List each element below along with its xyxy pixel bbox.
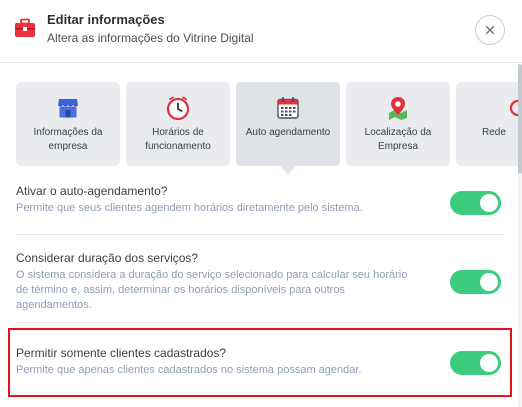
dialog-subtitle: Altera as informações do Vitrine Digital	[47, 31, 254, 45]
registered-clients-toggle[interactable]	[450, 351, 501, 375]
tab-bar: Informações da empresa Horários de funci…	[16, 82, 518, 174]
calendar-icon	[277, 97, 299, 119]
dialog-title: Editar informações	[47, 12, 165, 27]
dialog-header: Editar informações Altera as informações…	[0, 0, 522, 63]
tab-label: Informações da empresa	[33, 127, 103, 152]
dialog-content: Informações da empresa Horários de funci…	[0, 64, 518, 407]
setting-auto-scheduling: Ativar o auto-agendamento? Permite que s…	[16, 183, 504, 216]
tab-label: Rede	[482, 127, 506, 138]
tab-business-hours[interactable]: Horários de funcionamento	[126, 82, 230, 166]
clock-icon	[166, 96, 190, 120]
scrollbar-thumb[interactable]	[518, 64, 522, 174]
close-button[interactable]	[475, 15, 505, 45]
setting-service-duration: Considerar duração dos serviços? O siste…	[16, 250, 504, 313]
tab-auto-scheduling[interactable]: Auto agendamento	[236, 82, 340, 166]
tab-label: Horários de funcionamento	[145, 127, 211, 152]
toggle-knob	[480, 354, 498, 372]
setting-title: Ativar o auto-agendamento?	[16, 184, 168, 198]
tab-social-network[interactable]: Rede	[456, 82, 518, 166]
toggle-knob	[480, 194, 498, 212]
setting-description: Permite que seus clientes agendem horári…	[16, 202, 363, 214]
setting-registered-clients-only: Permitir somente clientes cadastrados? P…	[16, 345, 504, 378]
setting-description: Permite que apenas clientes cadastrados …	[16, 364, 362, 376]
active-tab-indicator	[280, 166, 296, 174]
store-icon	[58, 99, 78, 118]
map-pin-icon	[389, 97, 407, 120]
divider	[16, 234, 504, 235]
tab-label: Auto agendamento	[245, 127, 331, 138]
tab-company-location[interactable]: Localização da Empresa	[346, 82, 450, 166]
toggle-knob	[480, 273, 498, 291]
tab-label: Localização da Empresa	[364, 127, 432, 152]
tab-company-info[interactable]: Informações da empresa	[16, 82, 120, 166]
close-icon	[485, 25, 495, 35]
setting-title: Considerar duração dos serviços?	[16, 251, 199, 265]
setting-description: O sistema considera a duração do serviço…	[16, 269, 408, 311]
social-network-icon	[509, 99, 518, 117]
divider	[16, 322, 504, 323]
service-duration-toggle[interactable]	[450, 270, 501, 294]
briefcase-icon	[15, 18, 35, 37]
setting-title: Permitir somente clientes cadastrados?	[16, 346, 227, 360]
auto-scheduling-toggle[interactable]	[450, 191, 501, 215]
vertical-scrollbar[interactable]	[518, 64, 522, 407]
